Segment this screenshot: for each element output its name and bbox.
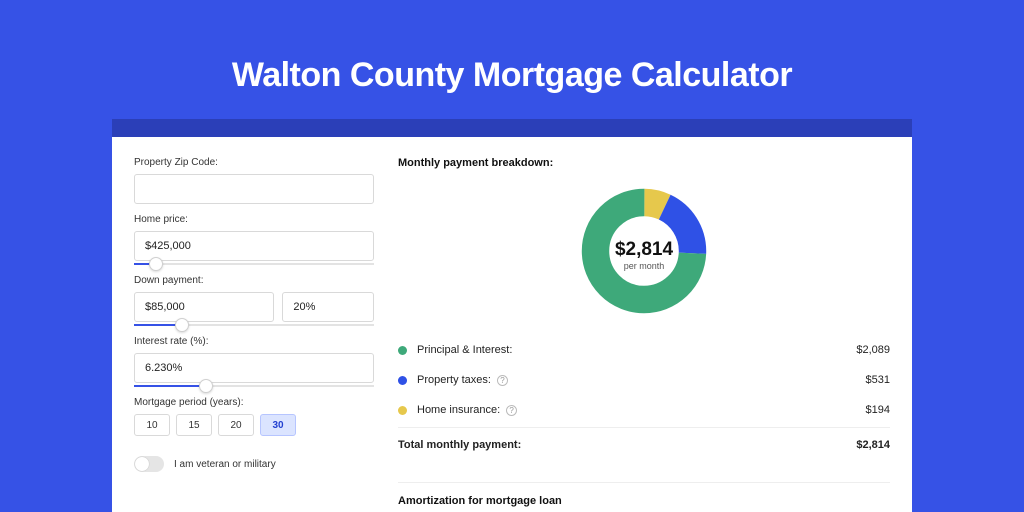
- interest-slider-fill: [134, 385, 206, 387]
- divider: [398, 482, 890, 483]
- breakdown-label-text: Home insurance:: [417, 404, 500, 416]
- interest-slider-thumb[interactable]: [199, 379, 213, 393]
- period-button-10[interactable]: 10: [134, 414, 170, 436]
- form-panel: Property Zip Code: Home price: Down paym…: [134, 157, 374, 512]
- total-label: Total monthly payment:: [398, 439, 856, 451]
- veteran-row: I am veteran or military: [134, 456, 374, 472]
- interest-block: Interest rate (%):: [134, 336, 374, 387]
- info-icon[interactable]: ?: [497, 375, 508, 386]
- donut-amount: $2,814: [615, 239, 673, 261]
- home-price-input[interactable]: [134, 231, 374, 261]
- legend-dot-green: [398, 346, 407, 355]
- breakdown-label-text: Principal & Interest:: [417, 344, 512, 356]
- down-payment-label: Down payment:: [134, 275, 374, 286]
- breakdown-title: Monthly payment breakdown:: [398, 157, 890, 169]
- total-row: Total monthly payment:$2,814: [398, 430, 890, 460]
- breakdown-row: Property taxes:?$531: [398, 365, 890, 395]
- veteran-toggle-knob: [135, 457, 149, 471]
- down-payment-pct-input[interactable]: [282, 292, 374, 322]
- breakdown-list: Principal & Interest: $2,089 Property taxe…: [398, 335, 890, 460]
- legend-dot-yellow: [398, 406, 407, 415]
- donut-per-month-label: per month: [615, 261, 673, 271]
- amortization-section: Amortization for mortgage loan Amortizat…: [398, 482, 890, 512]
- down-payment-input[interactable]: [134, 292, 274, 322]
- interest-slider[interactable]: [134, 385, 374, 387]
- results-panel: Monthly payment breakdown: $2,814 per mo…: [398, 157, 890, 512]
- breakdown-value: $2,089: [856, 344, 890, 356]
- calculator-card: Property Zip Code: Home price: Down paym…: [112, 137, 912, 512]
- home-price-slider-thumb[interactable]: [149, 257, 163, 271]
- home-price-slider[interactable]: [134, 263, 374, 265]
- breakdown-row: Home insurance:?$194: [398, 395, 890, 425]
- header-band: [112, 119, 912, 137]
- interest-input[interactable]: [134, 353, 374, 383]
- period-block: Mortgage period (years): 10 15 20 30: [134, 397, 374, 436]
- period-button-30[interactable]: 30: [260, 414, 296, 436]
- breakdown-row: Principal & Interest: $2,089: [398, 335, 890, 365]
- period-label: Mortgage period (years):: [134, 397, 374, 408]
- down-payment-block: Down payment:: [134, 275, 374, 326]
- veteran-toggle[interactable]: [134, 456, 164, 472]
- veteran-label: I am veteran or military: [174, 459, 276, 470]
- interest-label: Interest rate (%):: [134, 336, 374, 347]
- zip-label: Property Zip Code:: [134, 157, 374, 168]
- breakdown-label: Home insurance:?: [417, 404, 866, 416]
- period-button-15[interactable]: 15: [176, 414, 212, 436]
- period-buttons: 10 15 20 30: [134, 414, 374, 436]
- breakdown-value: $194: [866, 404, 890, 416]
- page-title: Walton County Mortgage Calculator: [0, 0, 1024, 119]
- donut-center: $2,814 per month: [615, 239, 673, 271]
- info-icon[interactable]: ?: [506, 405, 517, 416]
- home-price-block: Home price:: [134, 214, 374, 265]
- divider: [398, 427, 890, 428]
- down-payment-slider-thumb[interactable]: [175, 318, 189, 332]
- breakdown-label: Property taxes:?: [417, 374, 866, 386]
- total-value: $2,814: [856, 439, 890, 451]
- amortization-title: Amortization for mortgage loan: [398, 495, 890, 507]
- down-payment-slider[interactable]: [134, 324, 374, 326]
- breakdown-value: $531: [866, 374, 890, 386]
- home-price-label: Home price:: [134, 214, 374, 225]
- zip-block: Property Zip Code:: [134, 157, 374, 204]
- zip-input[interactable]: [134, 174, 374, 204]
- donut-chart: $2,814 per month: [398, 181, 890, 329]
- breakdown-label: Principal & Interest:: [417, 344, 856, 356]
- breakdown-label-text: Property taxes:: [417, 374, 491, 386]
- period-button-20[interactable]: 20: [218, 414, 254, 436]
- legend-dot-blue: [398, 376, 407, 385]
